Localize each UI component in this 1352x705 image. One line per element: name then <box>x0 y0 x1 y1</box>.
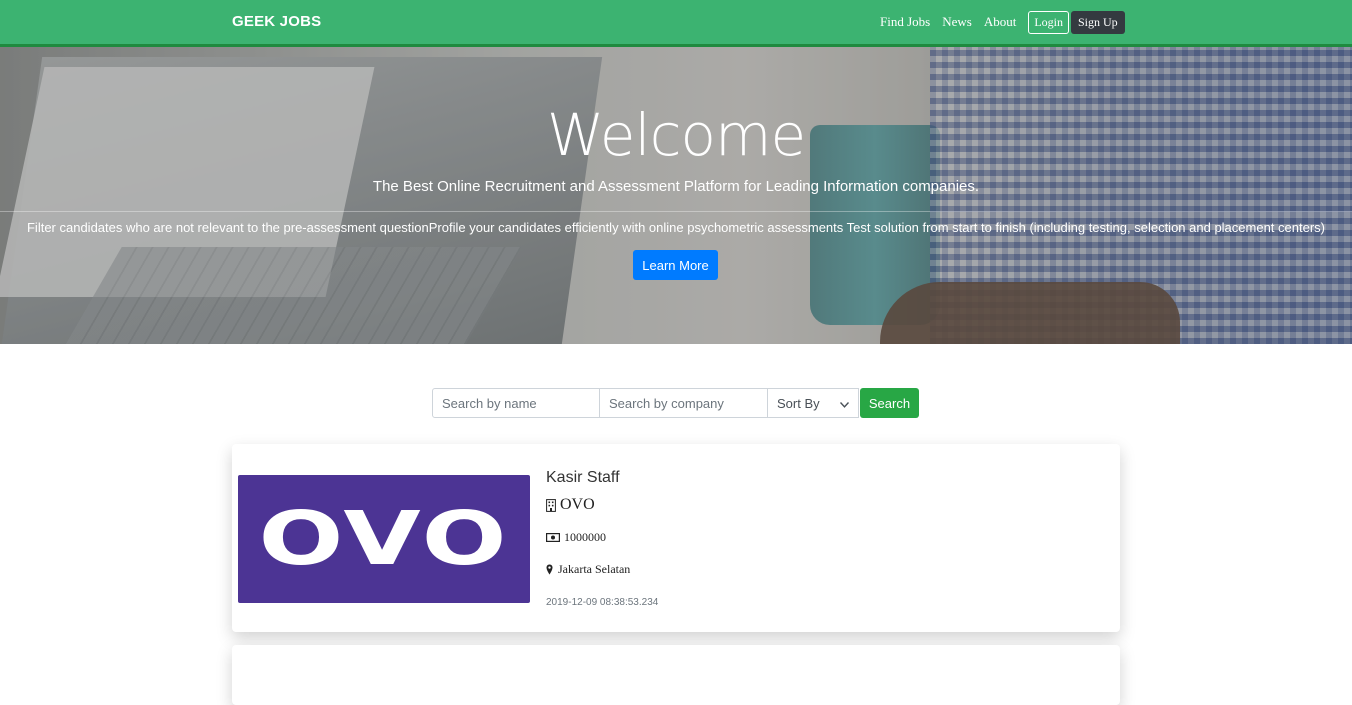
learn-more-button[interactable]: Learn More <box>633 250 718 280</box>
hero-subtitle: The Best Online Recruitment and Assessme… <box>372 178 980 195</box>
chevron-down-icon <box>839 396 850 411</box>
job-salary-value: 1000000 <box>564 530 606 544</box>
hero-description: Filter candidates who are not relevant t… <box>26 220 1325 235</box>
navbar: GEEK JOBS Find Jobs News About Login Sig… <box>0 0 1352 47</box>
building-icon <box>546 498 557 512</box>
money-icon <box>546 533 561 542</box>
job-card[interactable]: OVO Kasir Staff OVO 1000000 Jakarta Sela… <box>232 444 1120 632</box>
job-card[interactable] <box>232 645 1120 705</box>
signup-button[interactable]: Sign Up <box>1071 10 1125 34</box>
company-logo-text: OVO <box>258 496 510 582</box>
search-name-input[interactable]: Search by name <box>432 388 600 418</box>
job-company: OVO <box>546 496 595 514</box>
sort-select[interactable]: Sort By <box>768 388 859 418</box>
job-title[interactable]: Kasir Staff <box>546 469 620 487</box>
hero-divider <box>0 211 1352 212</box>
job-location-value: Jakarta Selatan <box>558 562 631 576</box>
hero-overlay <box>0 47 1352 344</box>
job-company-name: OVO <box>560 496 595 513</box>
job-salary: 1000000 <box>546 530 606 545</box>
hero-title: Welcome <box>546 101 806 169</box>
nav-link-find-jobs[interactable]: Find Jobs <box>880 14 930 30</box>
sort-select-label: Sort By <box>777 395 820 411</box>
company-logo[interactable]: OVO <box>238 475 530 603</box>
search-company-input[interactable]: Search by company <box>600 388 768 418</box>
nav-links: Find Jobs News About Login Sign Up <box>880 10 1125 34</box>
job-location: Jakarta Selatan <box>546 562 630 577</box>
hero-banner: Welcome The Best Online Recruitment and … <box>0 47 1352 344</box>
map-marker-icon <box>546 564 555 575</box>
nav-link-about[interactable]: About <box>984 14 1017 30</box>
nav-link-news[interactable]: News <box>942 14 972 30</box>
brand-logo[interactable]: GEEK JOBS <box>232 13 321 30</box>
job-posted-date: 2019-12-09 08:38:53.234 <box>546 597 659 608</box>
search-button[interactable]: Search <box>860 388 919 418</box>
search-bar: Search by name Search by company Sort By… <box>432 388 919 418</box>
login-button[interactable]: Login <box>1028 10 1069 34</box>
